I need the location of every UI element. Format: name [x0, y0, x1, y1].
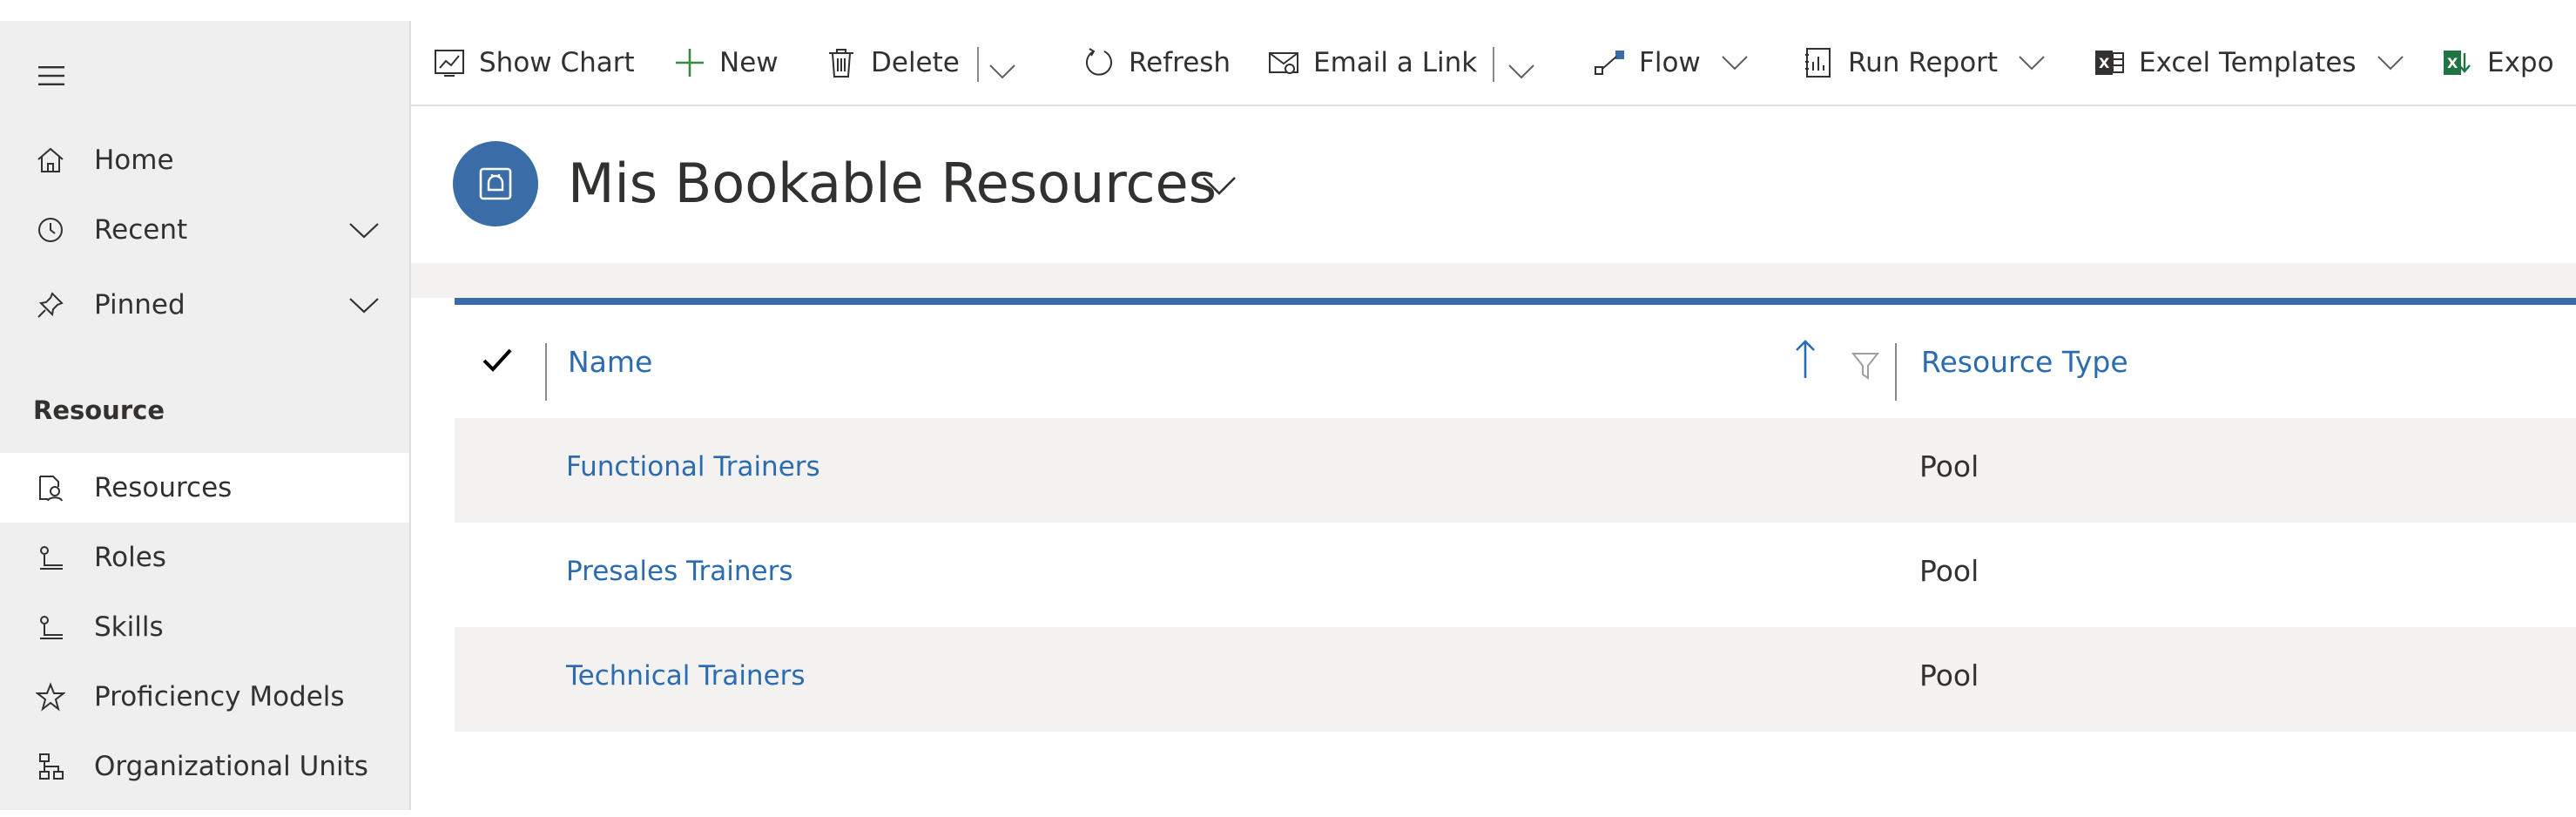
page-title: Mis Bookable Resources	[568, 152, 1217, 215]
column-header-resource-type[interactable]: Resource Type	[1921, 345, 2128, 379]
table-row[interactable]: Technical Trainers Pool	[455, 627, 2576, 732]
entity-icon	[453, 141, 538, 226]
grid-header: Name Resource Type	[455, 305, 2576, 418]
view-selector-chevron-icon[interactable]	[1200, 169, 1238, 200]
resource-icon	[35, 472, 66, 503]
sidebar-item-skills[interactable]: Skills	[0, 592, 409, 662]
column-separator	[1895, 343, 1897, 401]
sidebar-item-label: Resources	[94, 472, 233, 503]
chevron-down-icon	[2019, 56, 2045, 71]
new-label: New	[719, 47, 779, 78]
excel-export-icon: X	[2440, 45, 2475, 80]
show-chart-button[interactable]: Show Chart	[432, 40, 635, 85]
skill-icon	[35, 611, 66, 643]
new-button[interactable]: New	[672, 40, 779, 85]
top-strip	[0, 0, 2576, 21]
select-all-checkmark-icon[interactable]	[477, 340, 517, 380]
excel-templates-button[interactable]: X Excel Templates	[2092, 40, 2405, 85]
report-icon	[1801, 45, 1836, 80]
data-grid: Name Resource Type Functional Trainers P…	[455, 298, 2576, 817]
command-bar: Show Chart New Delete Refresh Email a Li…	[411, 21, 2576, 106]
chevron-down-icon	[1722, 56, 1748, 71]
main-content: Mis Bookable Resources Name Resource Typ…	[411, 106, 2576, 817]
refresh-icon	[1082, 45, 1116, 80]
email-link-button[interactable]: Email a Link	[1266, 40, 1477, 85]
delete-more-dropdown[interactable]	[988, 49, 1017, 94]
delete-button[interactable]: Delete	[824, 40, 960, 85]
show-chart-label: Show Chart	[479, 47, 635, 78]
row-name-link[interactable]: Presales Trainers	[566, 556, 792, 587]
sidebar-item-pinned[interactable]: Pinned	[0, 270, 409, 340]
chevron-down-icon	[2377, 56, 2404, 71]
pin-icon	[35, 289, 66, 321]
sidebar-item-proficiency-models[interactable]: Proficiency Models	[0, 662, 409, 732]
flow-label: Flow	[1639, 47, 1701, 78]
separator	[977, 47, 979, 82]
sidebar-item-home[interactable]: Home	[0, 125, 409, 195]
sort-ascending-icon[interactable]	[1792, 338, 1818, 381]
row-resource-type: Pool	[1919, 554, 1979, 588]
svg-text:X: X	[2099, 55, 2110, 71]
sidebar-item-roles[interactable]: Roles	[0, 523, 409, 592]
sidebar-section-title: Resource	[33, 395, 165, 425]
column-header-name[interactable]: Name	[568, 345, 652, 379]
sidebar-item-label: Recent	[94, 214, 188, 246]
excel-template-icon: X	[2092, 45, 2127, 80]
sidebar-item-resources[interactable]: Resources	[0, 453, 409, 523]
sidebar-item-label: Roles	[94, 542, 166, 573]
flow-button[interactable]: Flow	[1592, 40, 1750, 85]
refresh-label: Refresh	[1129, 47, 1231, 78]
delete-label: Delete	[871, 47, 960, 78]
sidebar-item-label: Pinned	[94, 289, 185, 321]
chart-icon	[432, 45, 467, 80]
svg-text:X: X	[2447, 55, 2458, 71]
filter-icon[interactable]	[1851, 350, 1879, 381]
org-chart-icon	[35, 751, 66, 782]
email-link-label: Email a Link	[1313, 47, 1478, 78]
role-icon	[35, 542, 66, 573]
row-name-link[interactable]: Technical Trainers	[566, 660, 806, 692]
separator	[1493, 47, 1494, 82]
hamburger-menu-icon[interactable]	[38, 64, 64, 87]
table-row[interactable]: Presales Trainers Pool	[455, 523, 2576, 627]
chevron-down-icon	[989, 64, 1015, 79]
export-button[interactable]: X Expo	[2440, 40, 2554, 85]
sidebar-item-label: Proficiency Models	[94, 681, 345, 712]
email-link-icon	[1266, 45, 1301, 80]
sidebar-item-organizational-units[interactable]: Organizational Units	[0, 732, 409, 801]
export-label: Expo	[2487, 47, 2554, 78]
flow-icon	[1592, 45, 1627, 80]
row-resource-type: Pool	[1919, 449, 1979, 483]
email-link-more-dropdown[interactable]	[1507, 49, 1536, 94]
table-row[interactable]: Functional Trainers Pool	[455, 418, 2576, 523]
view-divider	[411, 263, 2576, 298]
clock-icon	[35, 214, 66, 246]
sidebar: Home Recent Pinned Resource Resources Ro…	[0, 21, 411, 810]
excel-templates-label: Excel Templates	[2139, 47, 2357, 78]
chevron-down-icon[interactable]	[347, 291, 381, 319]
chevron-down-icon[interactable]	[347, 216, 381, 244]
row-name-link[interactable]: Functional Trainers	[566, 451, 820, 483]
sidebar-item-label: Home	[94, 145, 174, 176]
row-resource-type: Pool	[1919, 658, 1979, 692]
plus-icon	[672, 45, 707, 80]
star-icon	[35, 681, 66, 712]
run-report-button[interactable]: Run Report	[1801, 40, 2047, 85]
trash-icon	[824, 45, 859, 80]
sidebar-item-label: Organizational Units	[94, 751, 368, 782]
home-icon	[35, 145, 66, 176]
sidebar-item-label: Skills	[94, 611, 164, 643]
sidebar-item-recent[interactable]: Recent	[0, 195, 409, 265]
chevron-down-icon	[1508, 64, 1534, 79]
run-report-label: Run Report	[1848, 47, 1999, 78]
column-separator	[545, 343, 547, 401]
refresh-button[interactable]: Refresh	[1082, 40, 1231, 85]
